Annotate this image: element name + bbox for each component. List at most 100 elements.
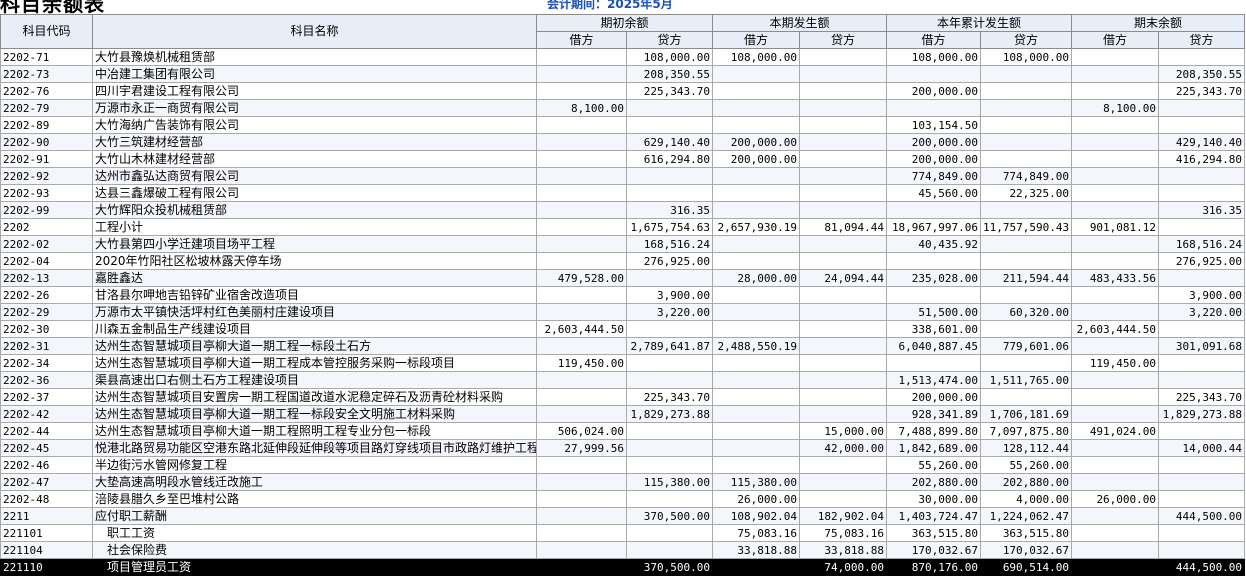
ytd-credit-cell[interactable]: 11,757,590.43 bbox=[980, 218, 1073, 236]
opening-debit-cell[interactable] bbox=[536, 558, 627, 576]
period-debit-cell[interactable]: 2,488,550.19 bbox=[712, 337, 801, 355]
account-name-cell[interactable]: 嘉胜鑫达 bbox=[92, 269, 537, 287]
closing-credit-cell[interactable]: 444,500.00 bbox=[1158, 558, 1246, 576]
table-row[interactable]: 2202-90 大竹三筑建材经营部 629,140.40 200,000.00 200,… bbox=[0, 133, 1246, 151]
opening-debit-cell[interactable] bbox=[536, 48, 627, 66]
period-debit-cell[interactable] bbox=[712, 116, 801, 134]
account-code-cell[interactable]: 2202-48 bbox=[0, 490, 93, 508]
ytd-debit-cell[interactable]: 1,842,689.00 bbox=[886, 439, 982, 457]
ytd-credit-cell[interactable]: 1,706,181.69 bbox=[980, 405, 1073, 423]
ytd-credit-cell[interactable]: 779,601.06 bbox=[980, 337, 1073, 355]
account-name-cell[interactable]: 甘洛县尔呷地吉铅锌矿业宿舍改造项目 bbox=[92, 286, 537, 304]
opening-credit-cell[interactable] bbox=[625, 541, 714, 559]
table-row[interactable]: 2202-91 大竹山木林建材经营部 616,294.80 200,000.00 200… bbox=[0, 150, 1246, 168]
header-ytd-amount[interactable]: 本年累计发生额 bbox=[886, 14, 1073, 32]
ytd-debit-cell[interactable] bbox=[886, 252, 982, 270]
ytd-credit-cell[interactable]: 108,000.00 bbox=[980, 48, 1073, 66]
period-credit-cell[interactable] bbox=[799, 371, 888, 389]
table-row[interactable]: 2202-89 大竹海纳广告装饰有限公司 103,154.50 bbox=[0, 116, 1246, 134]
opening-debit-cell[interactable] bbox=[536, 116, 627, 134]
account-name-cell[interactable]: 达县三鑫爆破工程有限公司 bbox=[92, 184, 537, 202]
closing-debit-cell[interactable] bbox=[1071, 252, 1160, 270]
account-code-cell[interactable]: 2211 bbox=[0, 507, 93, 525]
table-row[interactable]: 2202-02 大竹县第四小学迁建项目场平工程 168,516.24 40,435.9… bbox=[0, 235, 1246, 253]
table-row[interactable]: 2202-26 甘洛县尔呷地吉铅锌矿业宿舍改造项目 3,900.00 3,900.00 bbox=[0, 286, 1246, 304]
period-credit-cell[interactable] bbox=[799, 337, 888, 355]
period-debit-cell[interactable] bbox=[712, 65, 801, 83]
ytd-credit-cell[interactable]: 1,511,765.00 bbox=[980, 371, 1073, 389]
opening-credit-cell[interactable]: 629,140.40 bbox=[625, 133, 714, 151]
ytd-debit-cell[interactable]: 6,040,887.45 bbox=[886, 337, 982, 355]
opening-debit-cell[interactable] bbox=[536, 286, 627, 304]
period-debit-cell[interactable]: 108,000.00 bbox=[712, 48, 801, 66]
period-credit-cell[interactable]: 24,094.44 bbox=[799, 269, 888, 287]
account-code-cell[interactable]: 2202-02 bbox=[0, 235, 93, 253]
period-debit-cell[interactable]: 2,657,930.19 bbox=[712, 218, 801, 236]
opening-credit-cell[interactable]: 208,350.55 bbox=[625, 65, 714, 83]
opening-credit-cell[interactable] bbox=[625, 422, 714, 440]
closing-credit-cell[interactable] bbox=[1158, 490, 1246, 508]
table-row[interactable]: 2202-79 万源市永正一商贸有限公司 8,100.00 8,100.00 bbox=[0, 99, 1246, 117]
account-code-cell[interactable]: 2202-36 bbox=[0, 371, 93, 389]
ytd-debit-cell[interactable]: 774,849.00 bbox=[886, 167, 982, 185]
ytd-credit-cell[interactable]: 202,880.00 bbox=[980, 473, 1073, 491]
opening-credit-cell[interactable]: 225,343.70 bbox=[625, 82, 714, 100]
period-debit-cell[interactable] bbox=[712, 82, 801, 100]
closing-debit-cell[interactable] bbox=[1071, 133, 1160, 151]
closing-debit-cell[interactable] bbox=[1071, 82, 1160, 100]
ytd-credit-cell[interactable] bbox=[980, 354, 1073, 372]
opening-debit-cell[interactable]: 27,999.56 bbox=[536, 439, 627, 457]
ytd-debit-cell[interactable] bbox=[886, 354, 982, 372]
closing-debit-cell[interactable] bbox=[1071, 48, 1160, 66]
opening-debit-cell[interactable] bbox=[536, 133, 627, 151]
period-credit-cell[interactable] bbox=[799, 82, 888, 100]
opening-credit-cell[interactable] bbox=[625, 184, 714, 202]
period-debit-cell[interactable] bbox=[712, 286, 801, 304]
opening-debit-cell[interactable] bbox=[536, 218, 627, 236]
account-code-cell[interactable]: 2202-44 bbox=[0, 422, 93, 440]
closing-debit-cell[interactable] bbox=[1071, 388, 1160, 406]
header-credit[interactable]: 贷方 bbox=[1158, 31, 1246, 49]
opening-credit-cell[interactable]: 316.35 bbox=[625, 201, 714, 219]
opening-credit-cell[interactable] bbox=[625, 490, 714, 508]
closing-credit-cell[interactable]: 3,900.00 bbox=[1158, 286, 1246, 304]
opening-credit-cell[interactable] bbox=[625, 167, 714, 185]
account-name-cell[interactable]: 中冶建工集团有限公司 bbox=[92, 65, 537, 83]
period-credit-cell[interactable] bbox=[799, 99, 888, 117]
account-code-cell[interactable]: 2202-13 bbox=[0, 269, 93, 287]
account-code-cell[interactable]: 2202-30 bbox=[0, 320, 93, 338]
opening-credit-cell[interactable]: 370,500.00 bbox=[625, 558, 714, 576]
opening-debit-cell[interactable]: 8,100.00 bbox=[536, 99, 627, 117]
table-row[interactable]: 2202-36 渠县高速出口右侧土石方工程建设项目 1,513,474.00 1,51… bbox=[0, 371, 1246, 389]
account-name-cell[interactable]: 涪陵县腊久乡至巴堆村公路 bbox=[92, 490, 537, 508]
period-debit-cell[interactable] bbox=[712, 558, 801, 576]
period-credit-cell[interactable]: 15,000.00 bbox=[799, 422, 888, 440]
ytd-debit-cell[interactable]: 200,000.00 bbox=[886, 133, 982, 151]
header-credit[interactable]: 贷方 bbox=[799, 31, 888, 49]
period-credit-cell[interactable] bbox=[799, 116, 888, 134]
ytd-credit-cell[interactable] bbox=[980, 235, 1073, 253]
account-name-cell[interactable]: 大竹山木林建材经营部 bbox=[92, 150, 537, 168]
opening-debit-cell[interactable] bbox=[536, 184, 627, 202]
period-credit-cell[interactable] bbox=[799, 201, 888, 219]
opening-credit-cell[interactable]: 616,294.80 bbox=[625, 150, 714, 168]
opening-debit-cell[interactable] bbox=[536, 235, 627, 253]
header-closing-balance[interactable]: 期末余额 bbox=[1071, 14, 1246, 32]
account-code-cell[interactable]: 2202-34 bbox=[0, 354, 93, 372]
opening-credit-cell[interactable]: 108,000.00 bbox=[625, 48, 714, 66]
header-debit[interactable]: 借方 bbox=[712, 31, 801, 49]
account-code-cell[interactable]: 2202-42 bbox=[0, 405, 93, 423]
account-name-cell[interactable]: 大竹辉阳众投机械租赁部 bbox=[92, 201, 537, 219]
closing-credit-cell[interactable]: 276,925.00 bbox=[1158, 252, 1246, 270]
closing-debit-cell[interactable] bbox=[1071, 456, 1160, 474]
account-code-cell[interactable]: 2202-91 bbox=[0, 150, 93, 168]
ytd-debit-cell[interactable]: 108,000.00 bbox=[886, 48, 982, 66]
account-name-cell[interactable]: 万源市永正一商贸有限公司 bbox=[92, 99, 537, 117]
period-credit-cell[interactable]: 74,000.00 bbox=[799, 558, 888, 576]
closing-debit-cell[interactable]: 491,024.00 bbox=[1071, 422, 1160, 440]
ytd-credit-cell[interactable] bbox=[980, 286, 1073, 304]
account-code-cell[interactable]: 221110 bbox=[0, 558, 93, 576]
closing-debit-cell[interactable] bbox=[1071, 541, 1160, 559]
opening-debit-cell[interactable] bbox=[536, 541, 627, 559]
closing-credit-cell[interactable]: 416,294.80 bbox=[1158, 150, 1246, 168]
